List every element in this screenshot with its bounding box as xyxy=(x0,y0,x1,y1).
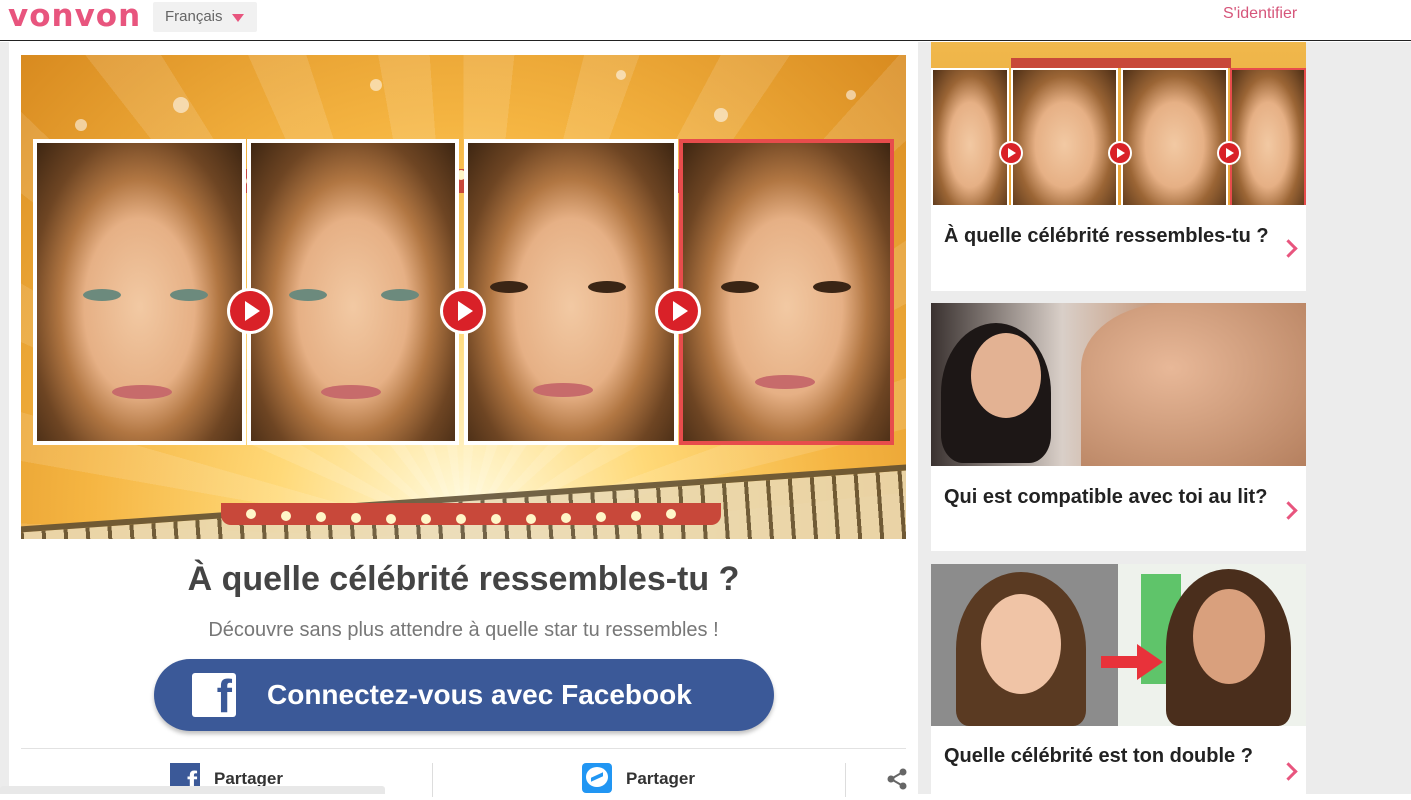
share-icon[interactable] xyxy=(885,767,909,791)
card-thumbnail xyxy=(931,303,1306,466)
quiz-hero-image xyxy=(21,55,906,539)
quiz-subtitle: Découvre sans plus attendre à quelle sta… xyxy=(208,619,719,641)
sidebar-card-celebrity-lookalike[interactable]: À quelle célébrité ressembles-tu ? xyxy=(931,42,1306,291)
play-icon xyxy=(1219,143,1239,163)
face-frame-3 xyxy=(464,139,678,445)
facebook-icon: f xyxy=(192,670,236,722)
face-photo-4 xyxy=(683,143,890,441)
vonvon-logo[interactable]: vonvon xyxy=(8,0,141,33)
messenger-icon xyxy=(582,763,612,793)
facebook-login-button[interactable]: f Connectez-vous avec Facebook xyxy=(154,659,774,731)
card-title: À quelle célébrité ressembles-tu ? xyxy=(944,225,1269,247)
face-photo xyxy=(1121,68,1228,205)
eye-right xyxy=(381,289,419,301)
play-icon xyxy=(658,291,698,331)
messenger-share-button[interactable]: Partager xyxy=(582,763,702,793)
face-photo xyxy=(1230,68,1306,205)
page-margin-right xyxy=(1318,42,1411,794)
play-icon xyxy=(230,291,270,331)
face-frame-1 xyxy=(33,139,246,445)
divider xyxy=(432,763,433,797)
photo-face xyxy=(1193,589,1265,684)
eye-right xyxy=(588,281,626,293)
play-icon xyxy=(443,291,483,331)
language-selector[interactable]: Français xyxy=(153,2,257,32)
eye-left xyxy=(490,281,528,293)
photo-body xyxy=(1081,303,1306,466)
card-thumbnail xyxy=(931,42,1306,205)
messenger-share-label: Partager xyxy=(626,769,695,788)
facebook-login-label: Connectez-vous avec Facebook xyxy=(267,679,692,710)
horizontal-scrollbar[interactable] xyxy=(0,786,385,794)
eye-right xyxy=(813,281,851,293)
card-thumbnail xyxy=(931,564,1306,726)
lips xyxy=(755,375,815,389)
eye-left xyxy=(83,289,121,301)
card-title: Quelle célébrité est ton double ? xyxy=(944,745,1253,767)
chevron-right-icon xyxy=(1279,762,1298,781)
card-title: Qui est compatible avec toi au lit? xyxy=(944,486,1268,508)
eye-right xyxy=(170,289,208,301)
lips xyxy=(533,383,593,397)
eye-left xyxy=(289,289,327,301)
divider xyxy=(845,763,846,797)
quiz-title: À quelle célébrité ressembles-tu ? xyxy=(187,560,740,598)
face-frame-4 xyxy=(679,139,894,445)
play-icon xyxy=(1001,143,1021,163)
page-margin-left xyxy=(0,42,9,794)
photo-face xyxy=(971,333,1041,418)
face-photo xyxy=(1011,68,1118,205)
sidebar-card-compatibility[interactable]: Qui est compatible avec toi au lit? xyxy=(931,303,1306,551)
play-icon xyxy=(1110,143,1130,163)
sidebar-card-celebrity-double[interactable]: Quelle célébrité est ton double ? xyxy=(931,564,1306,794)
login-link[interactable]: S'identifier xyxy=(1223,5,1297,23)
marquee-strip xyxy=(1011,58,1231,68)
caret-down-icon xyxy=(232,14,244,22)
chevron-right-icon xyxy=(1279,239,1298,258)
arrow-right-icon xyxy=(1101,644,1163,680)
photo-face xyxy=(981,594,1061,694)
eye-left xyxy=(721,281,759,293)
language-selector-label: Français xyxy=(165,8,223,25)
lips xyxy=(321,385,381,399)
face-photo xyxy=(931,68,1009,205)
top-bar: vonvon Français S'identifier xyxy=(0,0,1411,41)
lips xyxy=(112,385,172,399)
face-frame-2 xyxy=(247,139,459,445)
chevron-right-icon xyxy=(1279,501,1298,520)
